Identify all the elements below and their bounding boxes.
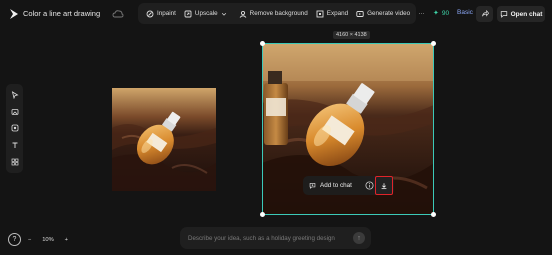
zoom-control: − 10% +: [28, 233, 68, 247]
info-icon[interactable]: [365, 181, 374, 190]
left-toolbar: [6, 84, 23, 173]
prompt-bar: ↑: [180, 227, 371, 249]
arrow-up-icon: ↑: [357, 234, 361, 242]
inpaint-icon: [146, 10, 154, 17]
remove-background-icon: [239, 10, 246, 18]
remove-background-label: Remove background: [249, 10, 308, 17]
generate-video-button[interactable]: Generate video: [352, 6, 414, 22]
perfume-bottle-image: [112, 88, 216, 191]
select-tool[interactable]: [9, 90, 20, 101]
add-to-chat-label: Add to chat: [320, 182, 352, 189]
chat-icon: [500, 11, 507, 18]
open-chat-button[interactable]: Open chat: [497, 6, 545, 22]
more-options-icon: ···: [418, 10, 425, 17]
share-icon: [481, 10, 489, 17]
add-to-chat-button[interactable]: Add to chat: [309, 182, 352, 189]
image-toolbar: Inpaint Upscale Remove background Expand…: [138, 3, 424, 24]
zoom-in-button[interactable]: +: [65, 237, 68, 243]
layout-tool[interactable]: [9, 156, 20, 167]
send-button[interactable]: ↑: [353, 232, 365, 244]
download-button[interactable]: [375, 176, 393, 195]
image-dimensions: 4160 × 4138: [333, 31, 370, 39]
layout-icon: [11, 158, 18, 166]
cursor-icon: [11, 91, 19, 100]
zoom-level[interactable]: 10%: [42, 237, 54, 243]
help-icon: ?: [12, 236, 17, 243]
credits-count: 90: [441, 9, 450, 17]
top-bar: Color a line art drawing Inpaint Upscale…: [0, 0, 552, 28]
prompt-input[interactable]: [188, 234, 348, 242]
inpaint-button[interactable]: Inpaint: [142, 6, 180, 22]
plan-label[interactable]: Basic: [457, 9, 473, 16]
expand-label: Expand: [326, 10, 349, 17]
canvas-image-original[interactable]: [112, 88, 216, 191]
more-options-button[interactable]: ···: [414, 6, 428, 22]
add-chat-icon: [309, 183, 316, 189]
zoom-out-button[interactable]: −: [28, 237, 31, 243]
expand-icon: [316, 10, 324, 17]
expand-button[interactable]: Expand: [312, 6, 352, 22]
cloud-sync-icon[interactable]: [112, 8, 124, 20]
text-tool[interactable]: [9, 140, 20, 151]
remove-background-button[interactable]: Remove background: [235, 6, 312, 22]
inpaint-label: Inpaint: [157, 10, 176, 17]
text-icon: [12, 142, 17, 149]
upscale-button[interactable]: Upscale: [180, 6, 231, 22]
logo-icon[interactable]: [9, 8, 19, 20]
help-button[interactable]: ?: [8, 233, 21, 246]
credits-badge[interactable]: ✦ 90: [433, 9, 450, 18]
download-icon: [381, 182, 387, 189]
generate-image-tool[interactable]: [9, 123, 20, 134]
project-title[interactable]: Color a line art drawing: [23, 9, 100, 18]
video-icon: [356, 10, 364, 17]
share-button[interactable]: [476, 6, 493, 22]
generate-video-label: Generate video: [367, 10, 411, 17]
chevron-down-icon: [221, 12, 226, 16]
upscale-icon: [184, 10, 192, 17]
upscale-label: Upscale: [194, 10, 218, 17]
sparkle-icon: ✦: [433, 10, 439, 17]
add-image-tool[interactable]: [9, 106, 20, 117]
open-chat-label: Open chat: [510, 10, 543, 18]
generate-icon: [11, 125, 18, 132]
image-add-icon: [11, 108, 18, 115]
